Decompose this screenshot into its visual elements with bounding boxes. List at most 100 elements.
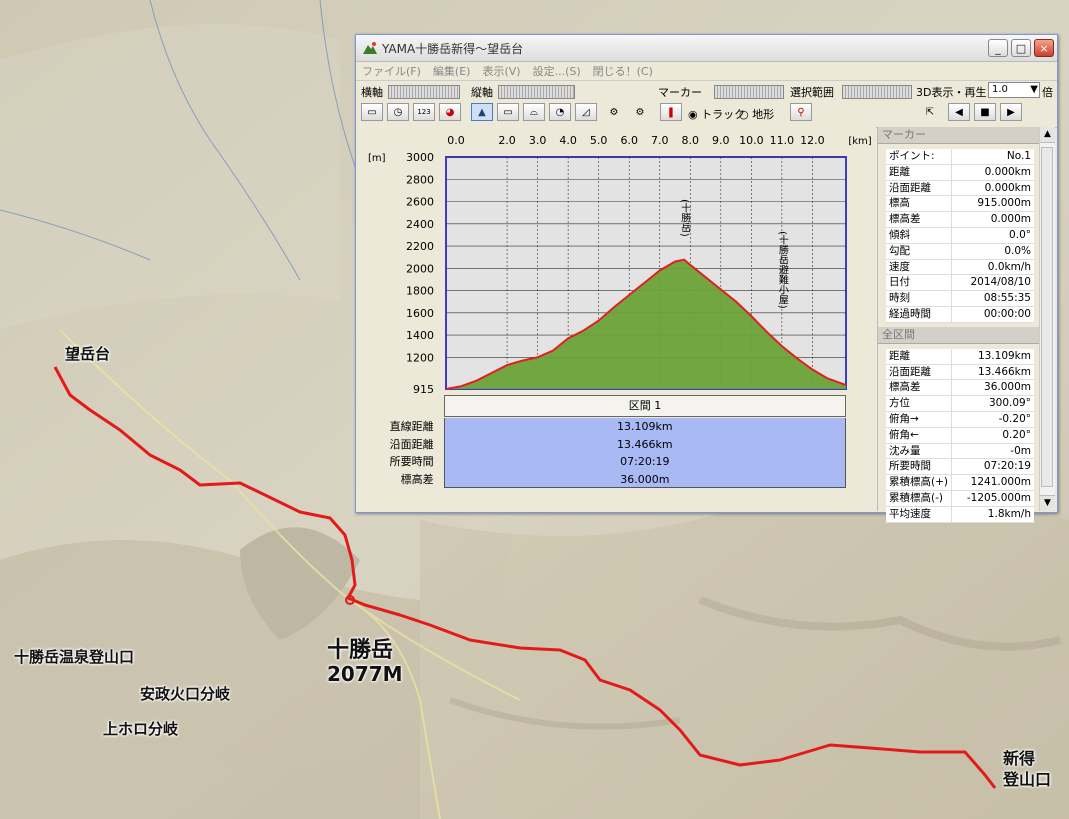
marker-value: 915.000m (977, 197, 1031, 210)
section-header: 区間 1 (444, 395, 846, 417)
speed-value: 1.0 (992, 84, 1008, 95)
marker-key: 標高差 (886, 212, 952, 227)
marker-value: 0.000km (984, 165, 1031, 178)
clock-icon: ◷ (393, 106, 403, 118)
pie-button[interactable]: ◕ (439, 103, 461, 121)
all-key: 所要時間 (886, 459, 952, 475)
menu-close[interactable]: 閉じる！(C) (587, 63, 659, 79)
marker-value: 0.000m (990, 213, 1031, 226)
maximize-button[interactable]: □ (1011, 39, 1031, 57)
speed-select[interactable]: 1.0 ▼ (988, 82, 1040, 98)
gear-icon: ⚙ (609, 106, 619, 118)
label-tokachidake-onsen: 十勝岳温泉登山口 (14, 648, 135, 666)
close-button[interactable]: × (1034, 39, 1054, 57)
y-tick-label: 3000 (406, 151, 434, 164)
menu-settings[interactable]: 設定...(S) (527, 63, 587, 79)
view3d-label: 3D表示・再生 (916, 86, 987, 99)
ruler-button[interactable]: ▭ (361, 103, 383, 121)
stop-icon: ■ (980, 106, 990, 118)
x-unit-label: [km] (848, 136, 871, 147)
scroll-down-icon[interactable]: ▼ (1040, 495, 1055, 511)
settings-1-button[interactable]: ⚙ (603, 103, 625, 121)
all-key: 俯角← (886, 427, 952, 443)
marker-key: 標高 (886, 196, 952, 212)
stat-value: 13.109km (443, 418, 846, 436)
scroll-up-icon[interactable]: ▲ (1040, 127, 1055, 143)
marker-key: ポイント: (886, 149, 952, 164)
marker-key: 速度 (886, 259, 952, 275)
speedometer-button[interactable]: ◔ (549, 103, 571, 121)
chevron-down-icon: ▼ (1030, 84, 1038, 95)
clock-button[interactable]: ◷ (387, 103, 409, 121)
window-title: YAMA十勝岳新得～望岳台 (382, 41, 524, 56)
flat-button[interactable]: ▭ (497, 103, 519, 121)
terrain-radio[interactable]: ○ 地形 (739, 106, 774, 122)
binocular-button[interactable]: ⚲ (790, 103, 812, 121)
play-back-button[interactable]: ◀ (948, 103, 970, 121)
stat-label: 沿面距離 (389, 437, 434, 451)
x-tick-label: 0.0 (447, 134, 465, 147)
all-value: -0m (1010, 444, 1031, 457)
marker-row: ポイント: No.1 (886, 149, 1034, 165)
marker-key: 傾斜 (886, 227, 952, 243)
all-key: 平均速度 (886, 506, 952, 522)
label-ansei-kako: 安政火口分岐 (140, 685, 231, 703)
label-tokachidake: 十勝岳 (327, 638, 394, 663)
stat-label: 所要時間 (389, 455, 434, 468)
all-key: 方位 (886, 396, 952, 411)
all-row: 標高差 36.000m (886, 380, 1034, 397)
all-row: 俯角← 0.20° (886, 427, 1034, 444)
marker-key: 沿面距離 (886, 180, 952, 196)
marker-key: 距離 (886, 164, 952, 180)
marker-value: 0.0% (1004, 244, 1031, 257)
curve-icon: ⌓ (530, 106, 538, 118)
x-tick-label: 6.0 (620, 134, 638, 147)
label-kamihoro: 上ホロ分岐 (103, 720, 179, 738)
all-row: 俯角→ -0.20° (886, 411, 1034, 428)
h-axis-slider[interactable] (388, 85, 460, 99)
x-tick-label: 12.0 (800, 134, 825, 147)
play-forward-button[interactable]: ▶ (1000, 103, 1022, 121)
menu-view[interactable]: 表示(V) (476, 63, 526, 79)
all-row: 累積標高(+) 1241.000m (886, 475, 1034, 491)
marker-slider[interactable] (714, 85, 784, 99)
all-row: 距離 13.109km (886, 348, 1034, 365)
elevation-chart[interactable]: 3000 2800 2600 2400 2200 2000 1800 1600 1400 1200… (356, 127, 876, 417)
stop-button[interactable]: ■ (974, 103, 996, 121)
section-stats: 直線距離 13.109km 沿面距離 13.466km 所要時間 07:20:1… (356, 418, 846, 488)
y-tick-label: 2400 (406, 218, 434, 231)
settings-2-button[interactable]: ⚙ (629, 103, 651, 121)
label-bogakudai: 望岳台 (65, 345, 111, 363)
annotation-summit: (十勝岳) (679, 199, 691, 237)
x-tick-label: 4.0 (559, 134, 577, 147)
scroll-thumb[interactable] (1041, 147, 1053, 487)
menu-edit[interactable]: 編集(E) (427, 63, 477, 79)
curve-button[interactable]: ⌓ (523, 103, 545, 121)
marker-row: 経過時間 00:00:00 (886, 306, 1034, 323)
slope-button[interactable]: ◿ (575, 103, 597, 121)
all-value: 13.466km (977, 365, 1031, 378)
range-slider[interactable] (842, 85, 912, 99)
v-axis-slider[interactable] (498, 85, 575, 99)
track-radio[interactable]: ◉ トラック (688, 106, 745, 122)
marker-key: 時刻 (886, 291, 952, 306)
stat-label: 標高差 (400, 472, 434, 486)
clock-123-button[interactable]: 123 (413, 103, 435, 121)
view-3d-button[interactable]: ⇱ (919, 103, 941, 121)
marker-value: 0.0° (1009, 228, 1031, 241)
play-forward-icon: ▶ (1007, 106, 1015, 118)
x-tick-label: 10.0 (739, 134, 764, 147)
x-tick-label: 7.0 (651, 134, 669, 147)
marker-pin-button[interactable]: ❚ (660, 103, 682, 121)
flat-icon: ▭ (503, 106, 513, 118)
all-value: 300.09° (989, 397, 1031, 410)
label-shintoku-trailhead: 登山口 (1003, 770, 1052, 789)
menu-file[interactable]: ファイル(F) (356, 63, 427, 79)
side-scrollbar[interactable]: ▲ ▼ (1039, 127, 1055, 511)
pie-icon: ◕ (445, 106, 455, 118)
minimize-button[interactable]: _ (988, 39, 1008, 57)
all-key: 累積標高(-) (886, 490, 952, 506)
x-tick-label: 2.0 (498, 134, 516, 147)
title-bar[interactable]: YAMA十勝岳新得～望岳台 _ □ × (356, 35, 1057, 62)
profile-button[interactable]: ▲ (471, 103, 493, 121)
